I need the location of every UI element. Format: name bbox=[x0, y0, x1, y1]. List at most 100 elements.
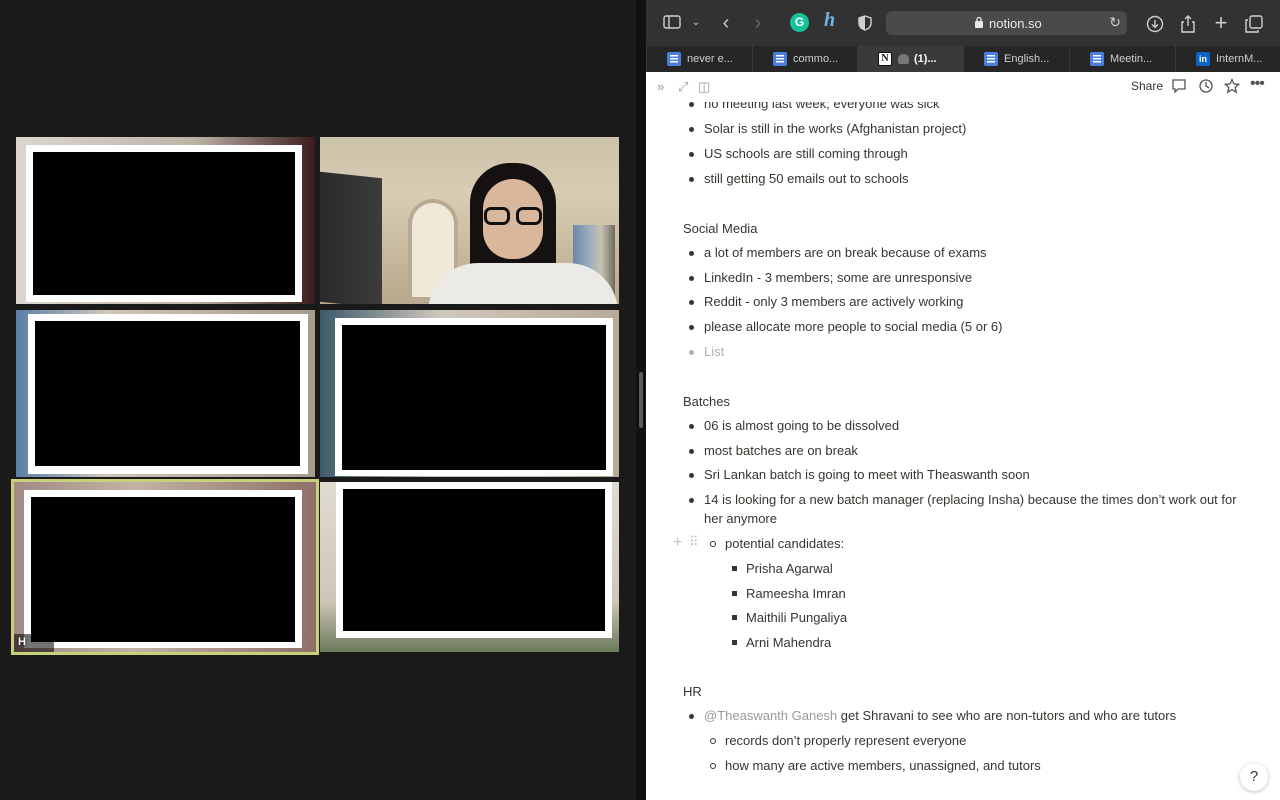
candidate-name: Prisha Agarwal bbox=[746, 561, 833, 576]
section-heading-batches[interactable]: Batches bbox=[683, 394, 730, 409]
page-emoji-icon bbox=[898, 54, 909, 64]
tab-linkedin[interactable]: in InternM... bbox=[1175, 46, 1280, 72]
tab-label: (1)... bbox=[914, 53, 937, 65]
bullet-dot bbox=[689, 127, 694, 132]
sub-list-item-text: potential candidates: bbox=[725, 536, 845, 551]
hypothesis-extension-icon[interactable]: h bbox=[824, 9, 835, 32]
tab-label: Meetin... bbox=[1110, 53, 1153, 65]
tab-overview-icon[interactable] bbox=[1242, 11, 1266, 35]
notion-topbar: » ⤢ ◫ Share ••• bbox=[646, 72, 1280, 102]
share-icon[interactable] bbox=[1176, 11, 1200, 35]
peek-mode-icon[interactable]: ◫ bbox=[698, 79, 710, 95]
sidebar-toggle-icon[interactable] bbox=[660, 11, 684, 35]
bullet-square bbox=[732, 566, 737, 571]
list-item-text: US schools are still coming through bbox=[704, 146, 908, 161]
list-item-text-rest: get Shravani to see who are non-tutors a… bbox=[837, 708, 1177, 723]
bullet-dot bbox=[689, 424, 694, 429]
section-heading-social-media[interactable]: Social Media bbox=[683, 221, 757, 236]
url-text: notion.so bbox=[989, 16, 1042, 31]
google-docs-icon bbox=[1090, 52, 1104, 66]
tab-docs-4[interactable]: Meetin... bbox=[1069, 46, 1175, 72]
list-item-text: still getting 50 emails out to schools bbox=[704, 171, 909, 186]
google-docs-icon bbox=[984, 52, 998, 66]
bullet-dot bbox=[689, 102, 694, 107]
comment-icon[interactable] bbox=[1171, 78, 1189, 96]
sub-list-item-text: records don’t properly represent everyon… bbox=[725, 733, 967, 748]
participant-name-tag: H bbox=[18, 636, 26, 648]
candidate-name: Maithili Pungaliya bbox=[746, 610, 848, 625]
tab-docs-1[interactable]: never e... bbox=[646, 46, 752, 72]
list-item-text-continued: her anymore bbox=[704, 511, 777, 526]
reload-icon[interactable]: ↻ bbox=[1109, 14, 1121, 31]
star-icon[interactable] bbox=[1223, 77, 1242, 96]
chevron-down-icon[interactable]: ⌄ bbox=[684, 11, 708, 35]
tab-label: never e... bbox=[687, 53, 733, 65]
bullet-dot bbox=[689, 449, 694, 454]
screen: H ⌄ ‹ › G h notion.so ↻ + never e... com… bbox=[0, 0, 1280, 800]
redacted-video bbox=[33, 152, 295, 295]
video-tile-active-speaker[interactable]: H bbox=[11, 479, 319, 655]
bullet-dot bbox=[689, 473, 694, 478]
drag-handle-icon[interactable]: ⠿ bbox=[689, 534, 699, 550]
candidate-name: Arni Mahendra bbox=[746, 635, 832, 650]
history-icon[interactable] bbox=[1198, 78, 1216, 96]
bullet-dot bbox=[689, 325, 694, 330]
list-item-text: Sri Lankan batch is going to meet with T… bbox=[704, 467, 1030, 482]
video-call-panel: H bbox=[0, 0, 636, 800]
help-button[interactable]: ? bbox=[1240, 763, 1268, 791]
list-item-text: @Theaswanth Ganesh get Shravani to see w… bbox=[704, 708, 1176, 723]
bullet-square bbox=[732, 615, 737, 620]
bullet-dot bbox=[689, 300, 694, 305]
list-item-text: Solar is still in the works (Afghanistan… bbox=[704, 121, 967, 136]
split-view-handle[interactable] bbox=[639, 372, 643, 428]
downloads-icon[interactable] bbox=[1143, 11, 1167, 35]
list-item-text: a lot of members are on break because of… bbox=[704, 245, 987, 260]
lock-icon bbox=[975, 16, 983, 28]
tab-docs-2[interactable]: commo... bbox=[752, 46, 857, 72]
list-placeholder[interactable]: List bbox=[704, 344, 724, 359]
more-options-icon[interactable]: ••• bbox=[1250, 76, 1268, 96]
google-docs-icon bbox=[667, 52, 681, 66]
video-tile-4[interactable] bbox=[320, 310, 619, 477]
section-heading-hr[interactable]: HR bbox=[683, 684, 702, 699]
bullet-circle bbox=[710, 541, 716, 547]
split-view-divider[interactable] bbox=[636, 0, 646, 800]
grammarly-extension-icon[interactable]: G bbox=[790, 13, 809, 32]
video-tile-6[interactable] bbox=[320, 482, 619, 652]
video-tile-3[interactable] bbox=[16, 310, 315, 477]
google-docs-icon bbox=[773, 52, 787, 66]
new-tab-icon[interactable]: + bbox=[1209, 11, 1233, 35]
redacted-video bbox=[343, 489, 605, 631]
shield-icon[interactable] bbox=[853, 11, 877, 35]
sub-list-item-text: how many are active members, unassigned,… bbox=[725, 758, 1041, 773]
tab-label: InternM... bbox=[1216, 53, 1263, 65]
bullet-square bbox=[732, 640, 737, 645]
list-item-text: 06 is almost going to be dissolved bbox=[704, 418, 900, 433]
participant-glasses bbox=[484, 207, 510, 225]
browser-window: ⌄ ‹ › G h notion.so ↻ + never e... commo… bbox=[646, 0, 1280, 800]
expand-sidebar-icon[interactable]: » bbox=[657, 79, 664, 94]
redacted-video bbox=[342, 325, 606, 470]
redacted-video bbox=[35, 321, 300, 466]
forward-icon[interactable]: › bbox=[746, 11, 770, 35]
list-item-text: no meeting last week; everyone was sick bbox=[704, 102, 940, 111]
bullet-circle bbox=[710, 763, 716, 769]
fullscreen-icon[interactable]: ⤢ bbox=[678, 79, 688, 95]
tab-label: commo... bbox=[793, 53, 839, 65]
user-mention[interactable]: @Theaswanth Ganesh bbox=[704, 708, 837, 723]
room-door bbox=[320, 171, 382, 304]
tab-label: English... bbox=[1004, 53, 1050, 65]
linkedin-icon: in bbox=[1196, 52, 1210, 66]
tab-notion-active[interactable]: N (1)... bbox=[857, 46, 963, 72]
share-button[interactable]: Share bbox=[1131, 79, 1163, 93]
address-bar[interactable]: notion.so ↻ bbox=[886, 11, 1127, 35]
tab-docs-3[interactable]: English... bbox=[963, 46, 1069, 72]
bullet-square bbox=[732, 591, 737, 596]
add-block-icon[interactable]: + bbox=[673, 534, 682, 552]
bullet-dot bbox=[689, 152, 694, 157]
video-tile-participant[interactable] bbox=[320, 137, 619, 304]
back-icon[interactable]: ‹ bbox=[714, 11, 738, 35]
video-tile-1[interactable] bbox=[16, 137, 315, 304]
candidate-name: Rameesha Imran bbox=[746, 586, 846, 601]
list-item-text: Reddit - only 3 members are actively wor… bbox=[704, 294, 964, 309]
